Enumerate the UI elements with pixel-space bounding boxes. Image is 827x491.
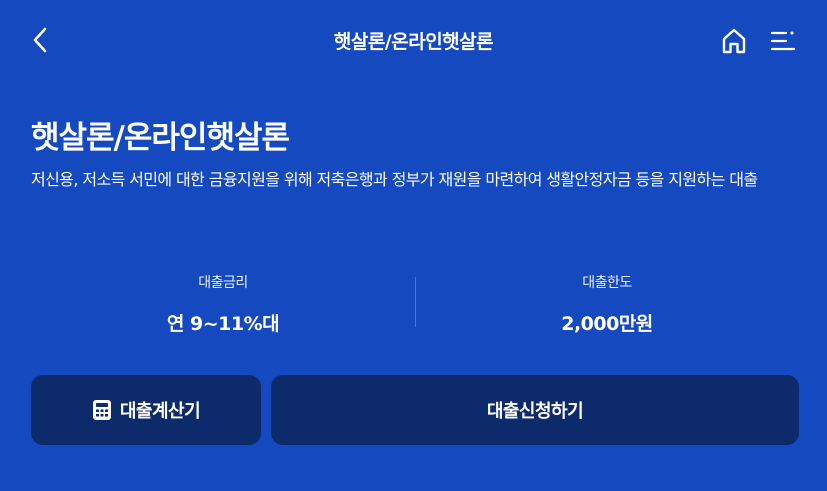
loan-calculator-button[interactable]: 대출계산기: [31, 375, 261, 445]
loan-stats: 대출금리 연 9~11%대 대출한도 2,000만원: [31, 268, 799, 340]
menu-button[interactable]: [767, 24, 799, 58]
product-description: 저신용, 저소득 서민에 대한 금융지원을 위해 저축은행과 정부가 재원을 마…: [31, 170, 758, 189]
stat-value: 2,000만원: [561, 313, 653, 335]
loan-calculator-label: 대출계산기: [119, 401, 201, 422]
stat-label: 대출한도: [582, 275, 632, 291]
stat-loan-limit: 대출한도 2,000만원: [415, 268, 799, 336]
home-button[interactable]: [718, 24, 750, 58]
page-title: 햇살론/온라인햇살론: [31, 120, 290, 156]
top-navigation-bar: 햇살론/온라인햇살론: [0, 0, 827, 82]
home-icon: [722, 28, 746, 54]
menu-icon: [770, 31, 796, 51]
loan-apply-button[interactable]: 대출신청하기: [271, 375, 799, 445]
loan-apply-label: 대출신청하기: [486, 401, 584, 422]
stat-interest-rate: 대출금리 연 9~11%대: [31, 268, 415, 336]
calculator-icon: [92, 400, 112, 420]
stat-label: 대출금리: [198, 275, 248, 291]
stat-value: 연 9~11%대: [166, 313, 280, 335]
header-title: 햇살론/온라인햇살론: [333, 31, 494, 53]
